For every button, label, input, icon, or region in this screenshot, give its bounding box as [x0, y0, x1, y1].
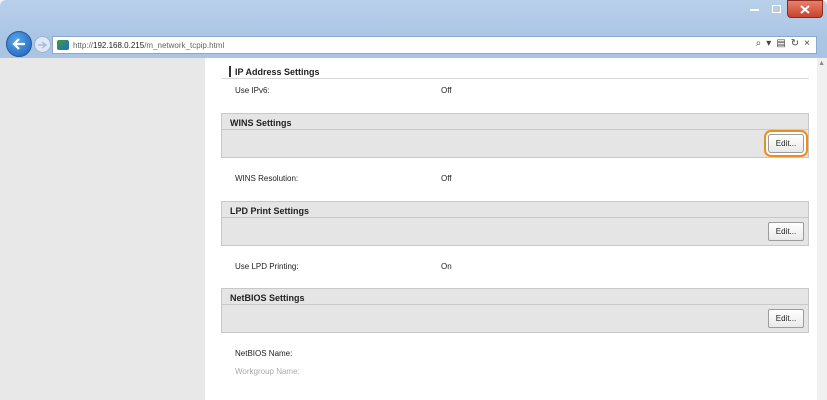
- minimize-icon[interactable]: [743, 0, 765, 18]
- use-lpd-printing-label: Use LPD Printing:: [235, 262, 299, 271]
- window-controls: [743, 0, 823, 20]
- site-icon: [57, 40, 69, 50]
- wins-resolution-value: Off: [441, 174, 452, 183]
- wins-settings-toolbar: Edit...: [221, 130, 809, 158]
- title-bar: [0, 0, 827, 30]
- wins-edit-button[interactable]: Edit...: [768, 134, 804, 153]
- restore-icon[interactable]: [765, 0, 787, 18]
- netbios-edit-button[interactable]: Edit...: [768, 309, 804, 328]
- netbios-settings-toolbar: Edit...: [221, 305, 809, 333]
- section-marker: [229, 66, 231, 77]
- back-arrow-icon: [12, 38, 25, 50]
- use-lpd-printing-row: Use LPD Printing: On: [221, 258, 809, 276]
- workgroup-name-row: Workgroup Name:: [221, 363, 809, 381]
- compat-view-icon[interactable]: ▤: [776, 38, 785, 49]
- left-navigation-pane: [0, 58, 205, 400]
- workgroup-name-label: Workgroup Name:: [235, 367, 300, 376]
- use-ipv6-row: Use IPv6: Off: [221, 82, 809, 100]
- close-window-button[interactable]: [787, 0, 823, 18]
- forward-arrow-icon: [38, 40, 47, 49]
- wins-settings-header: WINS Settings: [221, 113, 809, 130]
- use-ipv6-value: Off: [441, 86, 452, 95]
- search-icon[interactable]: ⌕: [756, 38, 762, 49]
- settings-pane: IP Address Settings Use IPv6: Off WINS S…: [205, 58, 817, 400]
- dropdown-icon[interactable]: ▾: [766, 38, 771, 49]
- wins-resolution-row: WINS Resolution: Off: [221, 170, 809, 188]
- netbios-settings-header: NetBIOS Settings: [221, 288, 809, 305]
- wins-resolution-label: WINS Resolution:: [235, 174, 299, 183]
- netbios-name-row: NetBIOS Name:: [221, 345, 809, 363]
- navigation-bar: http://192.168.0.215/m_network_tcpip.htm…: [0, 28, 827, 58]
- lpd-print-settings-header: LPD Print Settings: [221, 201, 809, 218]
- scroll-up-icon[interactable]: ▲: [818, 60, 825, 67]
- page-content: IP Address Settings Use IPv6: Off WINS S…: [0, 58, 827, 400]
- netbios-name-label: NetBIOS Name:: [235, 349, 293, 358]
- back-button[interactable]: [6, 31, 32, 57]
- forward-button[interactable]: [34, 36, 51, 53]
- lpd-settings-toolbar: Edit...: [221, 218, 809, 246]
- lpd-edit-button[interactable]: Edit...: [768, 222, 804, 241]
- refresh-icon[interactable]: ↻: [791, 38, 799, 49]
- ip-address-settings-header: IP Address Settings: [221, 62, 809, 79]
- stop-icon[interactable]: ×: [804, 38, 810, 49]
- divider: [221, 78, 809, 79]
- use-lpd-printing-value: On: [441, 262, 452, 271]
- address-bar[interactable]: http://192.168.0.215/m_network_tcpip.htm…: [52, 36, 817, 54]
- vertical-scrollbar[interactable]: ▲: [817, 58, 827, 400]
- use-ipv6-label: Use IPv6:: [235, 86, 270, 95]
- browser-window: http://192.168.0.215/m_network_tcpip.htm…: [0, 0, 827, 400]
- address-tools[interactable]: ⌕ ▾ ▤ ↻ ×: [756, 38, 810, 49]
- address-url: http://192.168.0.215/m_network_tcpip.htm…: [73, 40, 225, 50]
